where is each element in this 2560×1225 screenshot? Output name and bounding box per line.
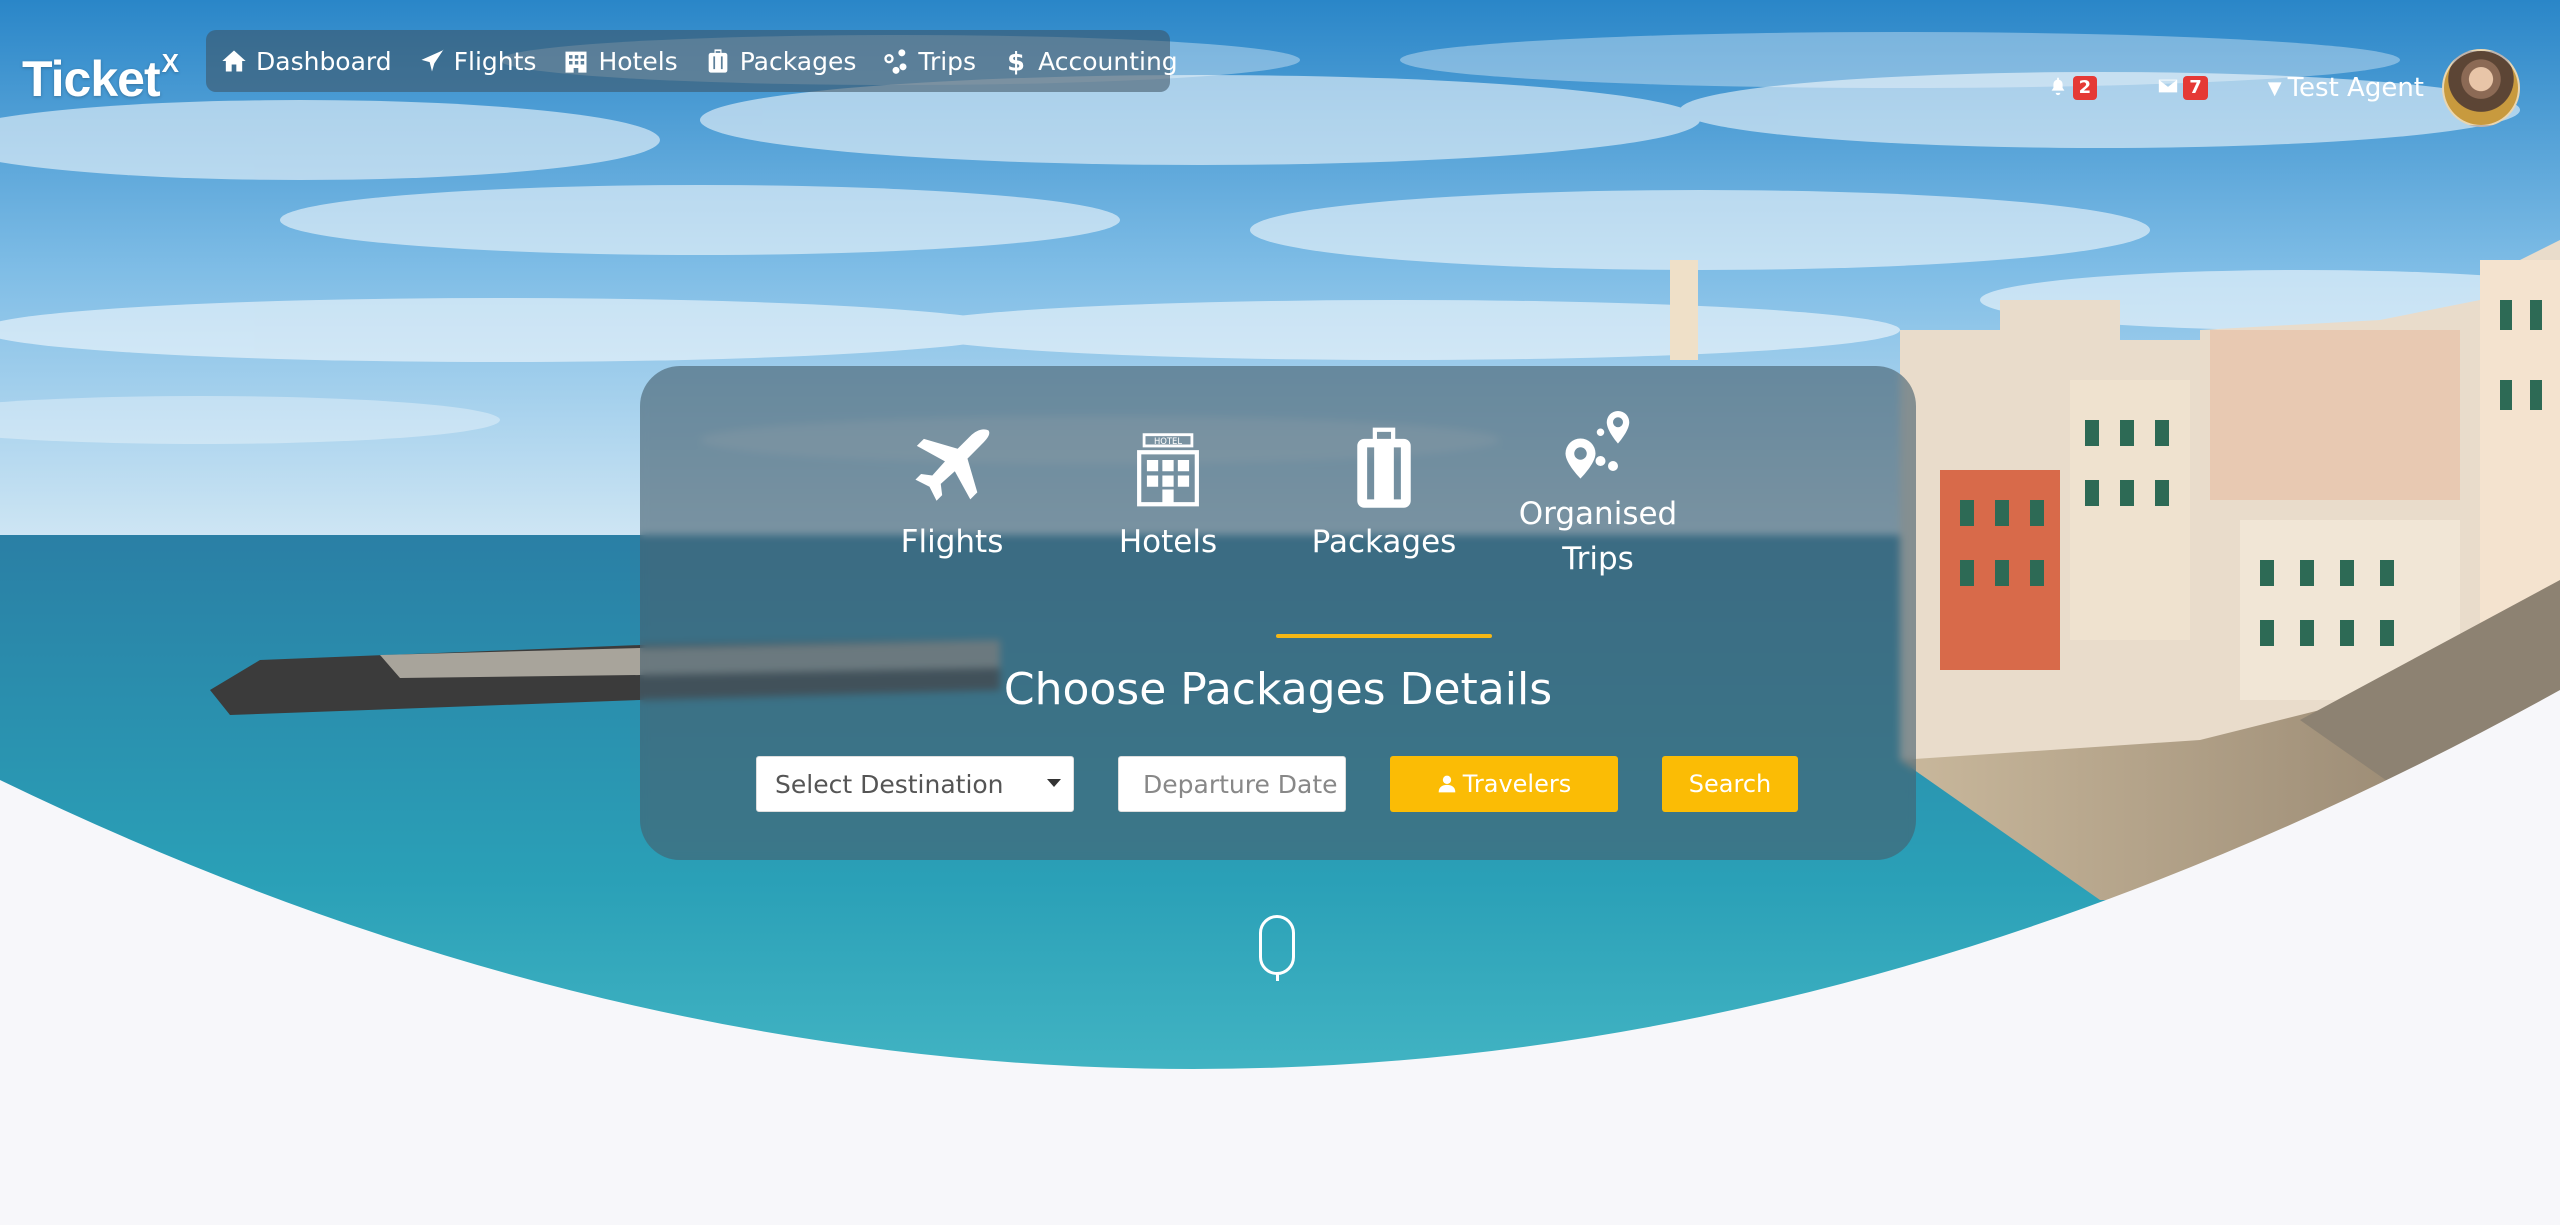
tab-hotels[interactable]: HOTEL Hotels [1078,422,1258,560]
hotel-icon: HOTEL [1123,422,1213,512]
scroll-down-indicator[interactable] [1259,915,1295,981]
main-nav: Dashboard Flights Hotels Packages Trips … [206,30,1178,92]
trips-icon [882,47,910,75]
user-nav: 2 7 ▼ Test Agent [2047,48,2520,128]
nav-flights-label: Flights [453,46,537,76]
notifications-button[interactable]: 2 [2047,75,2098,101]
nav-packages-label: Packages [739,46,857,76]
tab-organised-trips[interactable]: Organised Trips [1508,406,1688,582]
hotel-icon [562,47,590,75]
search-tabs: Flights HOTEL Hotels Packages Organised … [640,366,1916,666]
tab-trips-label-line1: Organised [1518,496,1678,532]
tab-flights-label: Flights [900,524,1004,560]
avatar[interactable] [2442,49,2520,127]
brand-logo[interactable]: TicketX [22,48,179,108]
hotel-sign-text: HOTEL [1154,436,1182,446]
tab-hotels-label: Hotels [1118,524,1218,560]
departure-date-input[interactable]: Departure Date [1118,756,1346,812]
map-pins-icon [1558,406,1638,486]
nav-accounting[interactable]: $ Accounting [1002,47,1178,76]
brand-sup: X [161,48,179,79]
nav-flights[interactable]: Flights [418,46,537,76]
search-card: Flights HOTEL Hotels Packages Organised … [640,366,1916,860]
nav-packages[interactable]: Packages [704,46,857,76]
active-tab-indicator [1276,634,1492,638]
nav-hotels-label: Hotels [598,46,678,76]
nav-trips[interactable]: Trips [882,47,976,76]
caret-down-icon [1047,779,1061,787]
travelers-label: Travelers [1462,770,1572,798]
travelers-button[interactable]: Travelers [1390,756,1618,812]
departure-date-placeholder: Departure Date [1143,769,1338,799]
tab-packages-label: Packages [1311,524,1457,560]
messages-button[interactable]: 7 [2157,75,2208,101]
user-menu[interactable]: ▼ Test Agent [2268,73,2424,103]
bell-icon [2047,75,2069,101]
notifications-badge: 2 [2072,76,2098,100]
luggage-icon [1339,422,1429,512]
user-icon [1438,775,1456,793]
tab-packages[interactable]: Packages [1294,422,1474,560]
destination-select-value: Select Destination [775,769,1004,799]
nav-dashboard[interactable]: Dashboard [220,47,392,76]
search-button[interactable]: Search [1662,756,1798,812]
nav-trips-label: Trips [918,46,977,76]
brand-name: Ticket [22,51,161,107]
svg-text:$: $ [1007,47,1025,75]
plane-icon [907,422,997,512]
mail-icon [2157,75,2179,101]
nav-dashboard-label: Dashboard [256,46,392,76]
luggage-icon [704,47,732,75]
tab-trips-label-line2: Trips [1562,541,1634,577]
destination-select[interactable]: Select Destination [756,756,1074,812]
plane-icon [418,47,446,75]
search-title: Choose Packages Details [1003,664,1553,715]
nav-accounting-label: Accounting [1038,46,1178,76]
chevron-down-icon: ▼ [2267,77,2282,99]
tab-flights[interactable]: Flights [862,422,1042,560]
messages-badge: 7 [2183,76,2208,100]
home-icon [220,47,248,75]
nav-hotels[interactable]: Hotels [562,46,678,76]
dollar-icon: $ [1002,47,1030,75]
user-name: Test Agent [2287,73,2424,103]
